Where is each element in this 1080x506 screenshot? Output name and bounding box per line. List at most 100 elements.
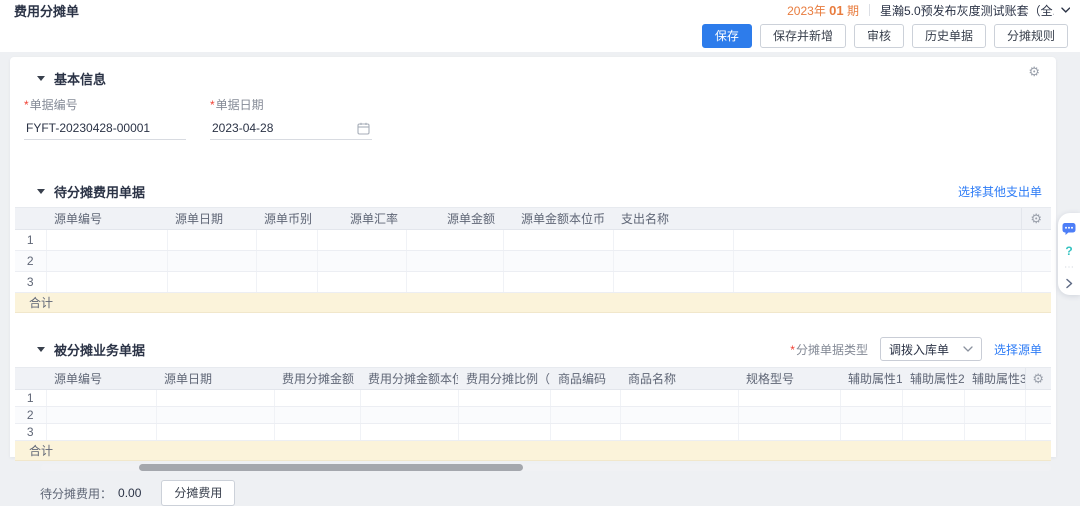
choose-source-doc-link[interactable]: 选择源单 <box>994 341 1042 358</box>
grid-cell[interactable] <box>317 251 406 272</box>
collapse-triangle-icon[interactable] <box>37 347 45 352</box>
choose-other-expense-link[interactable]: 选择其他支出单 <box>958 183 1042 200</box>
grid-cell[interactable] <box>406 230 503 251</box>
save-button[interactable]: 保存 <box>702 24 752 48</box>
grid-cell[interactable] <box>167 230 256 251</box>
save-and-new-button[interactable]: 保存并新增 <box>760 24 846 48</box>
grid-cell[interactable] <box>733 272 1021 293</box>
grid-cell[interactable] <box>256 230 317 251</box>
grid-cell[interactable] <box>274 390 360 407</box>
grid-cell[interactable] <box>406 251 503 272</box>
required-asterisk: * <box>210 98 215 112</box>
grid-cell[interactable] <box>902 424 964 441</box>
grid-cell[interactable] <box>360 407 458 424</box>
grid-cell[interactable] <box>46 251 167 272</box>
grid-cell[interactable] <box>167 272 256 293</box>
grid-cell[interactable] <box>317 230 406 251</box>
grid-cell[interactable] <box>613 251 733 272</box>
grid-cell[interactable] <box>360 424 458 441</box>
grid-cell[interactable] <box>156 424 274 441</box>
grid-cell[interactable] <box>317 272 406 293</box>
chat-icon[interactable] <box>1062 222 1076 236</box>
grid-cell[interactable] <box>620 407 738 424</box>
scrollbar-thumb[interactable] <box>139 464 522 471</box>
grid-cell[interactable] <box>620 424 738 441</box>
chevron-right-icon[interactable] <box>1065 278 1073 289</box>
grid-cell[interactable] <box>733 251 1021 272</box>
collapse-triangle-icon[interactable] <box>37 76 45 81</box>
grid-cell[interactable] <box>840 407 902 424</box>
grid-cell[interactable] <box>458 424 550 441</box>
grid-cell[interactable] <box>1021 272 1051 293</box>
account-book-selector[interactable]: 星瀚5.0预发布灰度测试账套（全... <box>880 2 1070 19</box>
grid-cell[interactable] <box>1025 424 1051 441</box>
grid-cell[interactable] <box>46 390 156 407</box>
calendar-icon[interactable] <box>357 122 370 135</box>
grid-cell[interactable] <box>46 272 167 293</box>
period-selector[interactable]: 2023年 01 期 <box>787 2 859 19</box>
grid-cell[interactable] <box>613 272 733 293</box>
doc-date-input[interactable]: 2023-04-28 <box>210 117 372 140</box>
grid-cell[interactable] <box>550 424 620 441</box>
total-row: 合计 <box>15 293 1051 313</box>
doc-no-input[interactable]: FYFT-20230428-00001 <box>24 117 186 140</box>
column-header: 支出名称 <box>613 208 733 230</box>
grid-cell[interactable] <box>167 251 256 272</box>
floating-helper-widget: ? ⋯ <box>1058 213 1080 295</box>
collapse-triangle-icon[interactable] <box>37 189 45 194</box>
history-docs-button[interactable]: 历史单据 <box>912 24 986 48</box>
grid-cell[interactable] <box>406 272 503 293</box>
total-label: 合计 <box>15 441 1051 461</box>
table-settings-gear-icon[interactable]: ⚙ <box>1032 371 1044 386</box>
table-row: 2 <box>15 407 1051 424</box>
help-icon[interactable]: ? <box>1065 244 1072 258</box>
allocation-rules-button[interactable]: 分摊规则 <box>994 24 1068 48</box>
grid-cell[interactable] <box>902 407 964 424</box>
grid-cell[interactable] <box>738 407 840 424</box>
grid-cell[interactable] <box>1021 230 1051 251</box>
form-settings-gear-icon[interactable]: ⚙ <box>1028 65 1040 78</box>
grid-cell[interactable] <box>902 390 964 407</box>
grid-cell[interactable] <box>840 424 902 441</box>
grid-cell[interactable] <box>458 407 550 424</box>
top-bar: 费用分摊单 2023年 01 期 星瀚5.0预发布灰度测试账套（全... <box>0 0 1080 20</box>
grid-cell[interactable] <box>964 424 1025 441</box>
section-title: 被分摊业务单据 <box>54 340 145 359</box>
grid-cell[interactable] <box>840 390 902 407</box>
grid-cell[interactable] <box>274 424 360 441</box>
grid-cell[interactable] <box>46 230 167 251</box>
grid-cell[interactable] <box>503 230 613 251</box>
grid-cell[interactable] <box>613 230 733 251</box>
grid-cell[interactable] <box>46 424 156 441</box>
allocate-expense-button[interactable]: 分摊费用 <box>161 480 235 506</box>
grid-cell[interactable] <box>738 390 840 407</box>
grid-cell[interactable] <box>733 230 1021 251</box>
grid-cell[interactable] <box>256 251 317 272</box>
grid-cell[interactable] <box>458 390 550 407</box>
grid-cell[interactable] <box>1021 251 1051 272</box>
grid-cell[interactable] <box>620 390 738 407</box>
grid-cell[interactable] <box>550 390 620 407</box>
toolbar: 保存 保存并新增 审核 历史单据 分摊规则 <box>0 20 1080 52</box>
section-title: 基本信息 <box>54 69 106 88</box>
grid-cell[interactable] <box>503 272 613 293</box>
allocation-doc-type-select[interactable]: 调拨入库单 <box>880 337 982 361</box>
grid-cell[interactable] <box>738 424 840 441</box>
table-settings-gear-icon[interactable]: ⚙ <box>1030 211 1042 226</box>
grid-cell[interactable] <box>1025 390 1051 407</box>
grid-cell[interactable] <box>360 390 458 407</box>
grid-cell[interactable] <box>1025 407 1051 424</box>
more-dots-icon: ⋯ <box>1064 266 1074 270</box>
audit-button[interactable]: 审核 <box>854 24 904 48</box>
grid-cell[interactable] <box>156 390 274 407</box>
grid-cell[interactable] <box>964 407 1025 424</box>
row-number: 3 <box>15 424 46 441</box>
grid-cell[interactable] <box>256 272 317 293</box>
grid-cell[interactable] <box>156 407 274 424</box>
grid-cell[interactable] <box>46 407 156 424</box>
grid-cell[interactable] <box>550 407 620 424</box>
grid-cell[interactable] <box>274 407 360 424</box>
grid-cell[interactable] <box>503 251 613 272</box>
total-row: 合计 <box>15 441 1051 461</box>
grid-cell[interactable] <box>964 390 1025 407</box>
